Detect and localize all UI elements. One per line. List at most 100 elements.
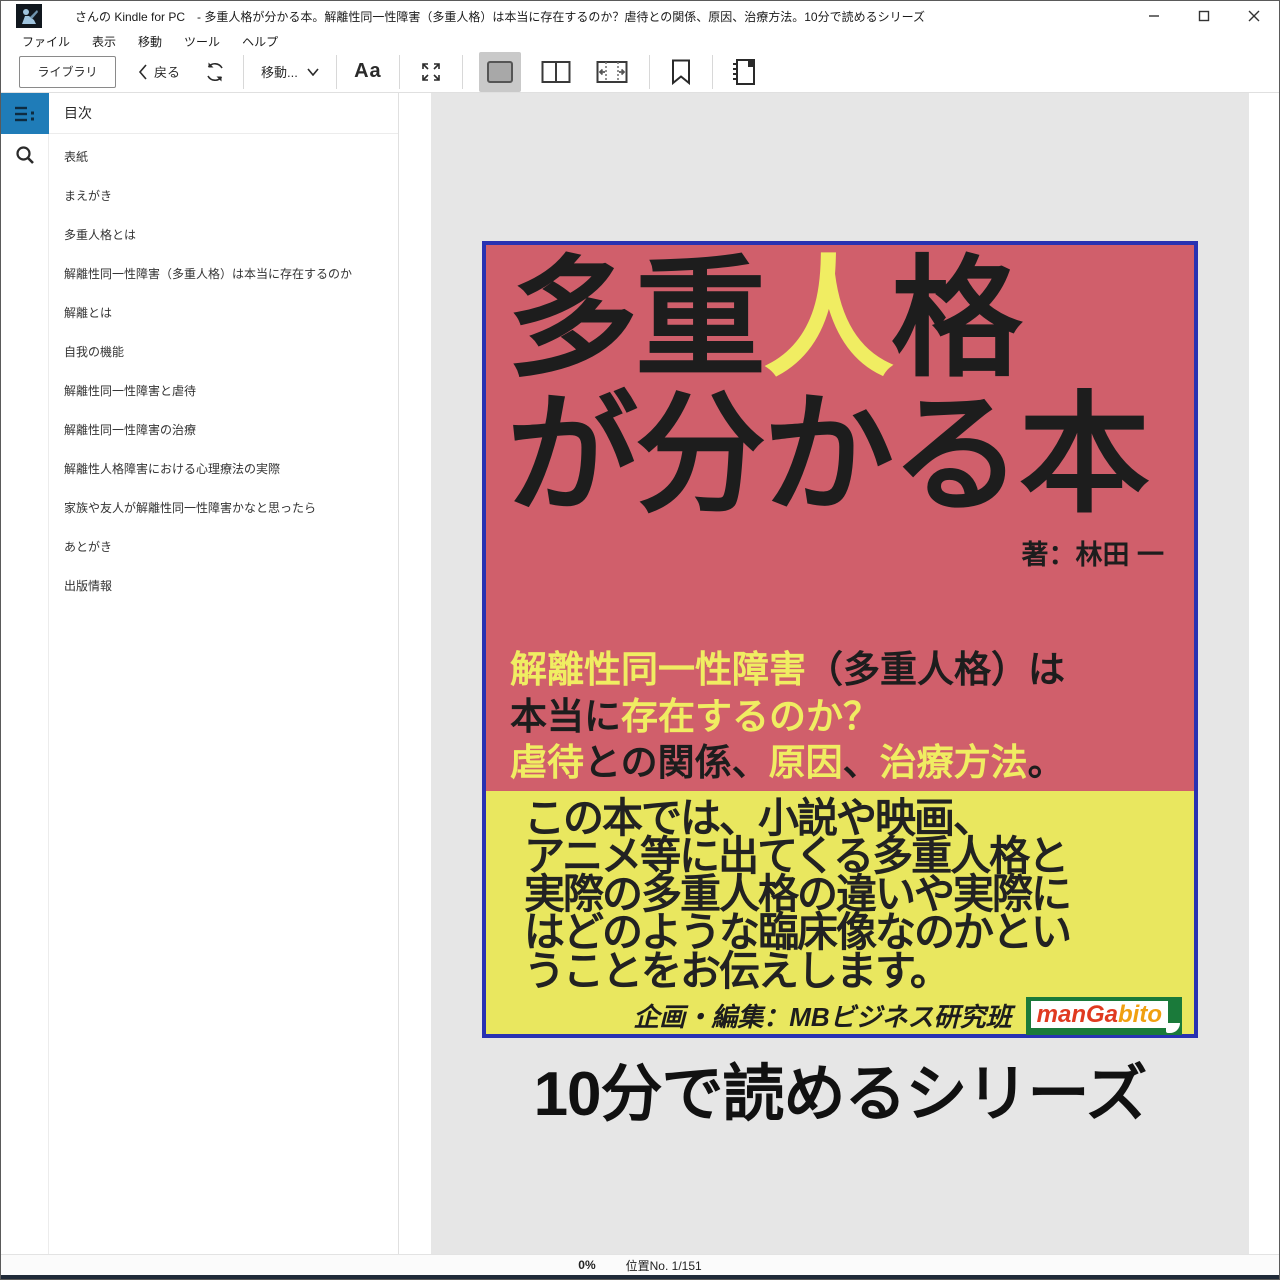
text-segment: 本当に <box>510 695 621 737</box>
toolbar-separator <box>461 54 463 89</box>
kindle-app-icon <box>16 4 42 28</box>
toolbar-separator <box>398 54 400 89</box>
table-of-contents-icon <box>15 106 34 121</box>
search-rail-button[interactable] <box>1 134 49 175</box>
toc-rail-button[interactable] <box>1 93 49 134</box>
toc-item[interactable]: あとがき <box>49 528 398 567</box>
text-segment: 治療方法 <box>879 742 1028 784</box>
window-bottom-edge <box>1 1275 1279 1279</box>
text-segment: 多重 <box>507 245 766 392</box>
location-indicator: 位置No. 1/151 <box>625 1258 702 1273</box>
single-page-view-button[interactable] <box>478 51 521 92</box>
cover-description: この本では、小説や映画、 アニメ等に出てくる多重人格と 実際の多重人格の違いや実… <box>524 795 1188 994</box>
bookmark-button[interactable] <box>659 56 703 88</box>
two-page-icon <box>541 60 571 83</box>
cover-description-box: この本では、小説や映画、 アニメ等に出てくる多重人格と 実際の多重人格の違いや実… <box>486 791 1194 1035</box>
notebook-icon <box>732 58 755 85</box>
logo-speech-tail <box>1166 1022 1180 1033</box>
library-button[interactable]: ライブラリ <box>19 55 116 88</box>
cover-author: 著：林田 一 <box>1021 540 1164 570</box>
toc-list: 表紙 まえがき 多重人格とは 解離性同一性障害（多重人格）は本当に存在するのか … <box>49 134 398 606</box>
toc-item[interactable]: 表紙 <box>49 138 398 177</box>
goto-button[interactable]: 移動... <box>253 56 327 88</box>
window-controls <box>1129 1 1279 31</box>
cover-title-line: が分かる本 <box>507 387 1194 523</box>
cover-subtitle-line: 本当に存在するのか？ <box>510 694 1065 741</box>
toc-item[interactable]: 自我の機能 <box>49 333 398 372</box>
goto-label: 移動... <box>261 65 298 80</box>
toolbar-separator <box>335 54 337 89</box>
cover-title-line: 多重人格 <box>507 250 1194 387</box>
text-segment: （多重人格）は <box>806 649 1065 690</box>
cover-description-line: アニメ等に出てくる多重人格と <box>524 833 1069 880</box>
logo-text-part2: bito <box>1118 1000 1162 1028</box>
text-segment: 人 <box>763 245 894 392</box>
toc-item[interactable]: 解離性同一性障害と虐待 <box>49 372 398 411</box>
text-segment: が分かる本 <box>507 381 1150 529</box>
cover-title: 多重人格 が分かる本 <box>486 245 1194 523</box>
fullscreen-button[interactable] <box>409 56 453 88</box>
text-segment: 格 <box>891 245 1022 392</box>
chevron-left-icon <box>138 63 147 80</box>
search-icon <box>16 145 34 164</box>
toc-item[interactable]: 出版情報 <box>49 567 398 606</box>
toolbar-separator <box>243 54 245 89</box>
cover-description-line: 実際の多重人格の違いや実際に <box>524 871 1072 918</box>
fullscreen-icon <box>422 62 440 81</box>
text-segment: 虐待 <box>510 742 584 784</box>
toc-item[interactable]: 解離性人格障害における心理療法の実際 <box>49 450 398 489</box>
toolbar-separator <box>648 54 650 89</box>
toolbar-separator <box>711 54 713 89</box>
minimize-button[interactable] <box>1129 1 1179 31</box>
title-bar: さんの Kindle for PC - 多重人格が分かる本。解離性同一性障害（多… <box>1 1 1279 31</box>
text-segment: 解離性同一性障害 <box>510 649 806 690</box>
toc-item[interactable]: 家族や友人が解離性同一性障害かなと思ったら <box>49 489 398 528</box>
cover-description-line: うことをお伝えします。 <box>524 947 951 994</box>
menu-item[interactable]: ヘルプ <box>231 31 289 52</box>
menu-item[interactable]: 表示 <box>81 31 127 52</box>
back-label: 戻る <box>154 65 181 80</box>
bookmark-icon <box>671 59 690 85</box>
left-rail <box>1 93 49 1254</box>
toc-item[interactable]: 解離とは <box>49 294 398 333</box>
cover-description-line: はどのような臨床像なのかとい <box>524 909 1072 956</box>
kindle-window: さんの Kindle for PC - 多重人格が分かる本。解離性同一性障害（多… <box>0 0 1280 1280</box>
window-title: さんの Kindle for PC - 多重人格が分かる本。解離性同一性障害（多… <box>75 9 925 24</box>
cover-subtitle-line: 解離性同一性障害（多重人格）は <box>510 647 1065 694</box>
toc-header: 目次 <box>49 93 398 134</box>
two-page-view-button[interactable] <box>535 52 577 92</box>
page-width-button[interactable] <box>591 52 633 92</box>
progress-percent: 0% <box>578 1258 596 1272</box>
page-width-icon <box>596 60 628 83</box>
cover-description-line: この本では、小説や映画、 <box>524 795 994 841</box>
single-page-icon <box>486 60 513 83</box>
toc-item[interactable]: 解離性同一性障害の治療 <box>49 411 398 450</box>
sync-icon <box>207 62 223 81</box>
text-segment: 原因 <box>768 742 843 784</box>
close-button[interactable] <box>1229 1 1279 31</box>
status-bar: 0% 位置No. 1/151 <box>1 1254 1279 1275</box>
toc-item[interactable]: まえがき <box>49 177 398 216</box>
menu-item[interactable]: ツール <box>173 31 231 52</box>
text-segment: 。 <box>1027 742 1065 784</box>
series-title: 10分で読めるシリーズ <box>533 1060 1148 1129</box>
menu-item[interactable]: 移動 <box>127 31 173 52</box>
notebook-button[interactable] <box>722 56 766 88</box>
text-segment: との関係、 <box>584 742 769 784</box>
logo-text-part1: manGa <box>1036 1000 1119 1028</box>
menu-bar: ファイル 表示 移動 ツール ヘルプ <box>1 31 1279 51</box>
mangabito-logo: manGabito <box>1025 996 1182 1035</box>
book-cover: 多重人格 が分かる本 著：林田 一 解離性同一性障害（多重人格）は 本当に存在す… <box>482 241 1198 1038</box>
text-segment: 存在するのか？ <box>621 695 880 737</box>
text-segment: 、 <box>842 742 880 784</box>
menu-item[interactable]: ファイル <box>11 31 81 52</box>
toc-item[interactable]: 解離性同一性障害（多重人格）は本当に存在するのか <box>49 255 398 294</box>
toc-item[interactable]: 多重人格とは <box>49 216 398 255</box>
maximize-button[interactable] <box>1179 1 1229 31</box>
chevron-down-icon <box>307 67 319 76</box>
sync-button[interactable] <box>196 56 234 88</box>
font-settings-button[interactable]: Aa <box>346 56 390 88</box>
back-button[interactable]: 戻る <box>132 56 186 88</box>
cover-credit-row: 企画・編集：MBビジネス研究班 manGabito <box>524 996 1188 1035</box>
cover-subtitle: 解離性同一性障害（多重人格）は 本当に存在するのか？ 虐待との関係、原因、治療方… <box>510 647 1065 787</box>
